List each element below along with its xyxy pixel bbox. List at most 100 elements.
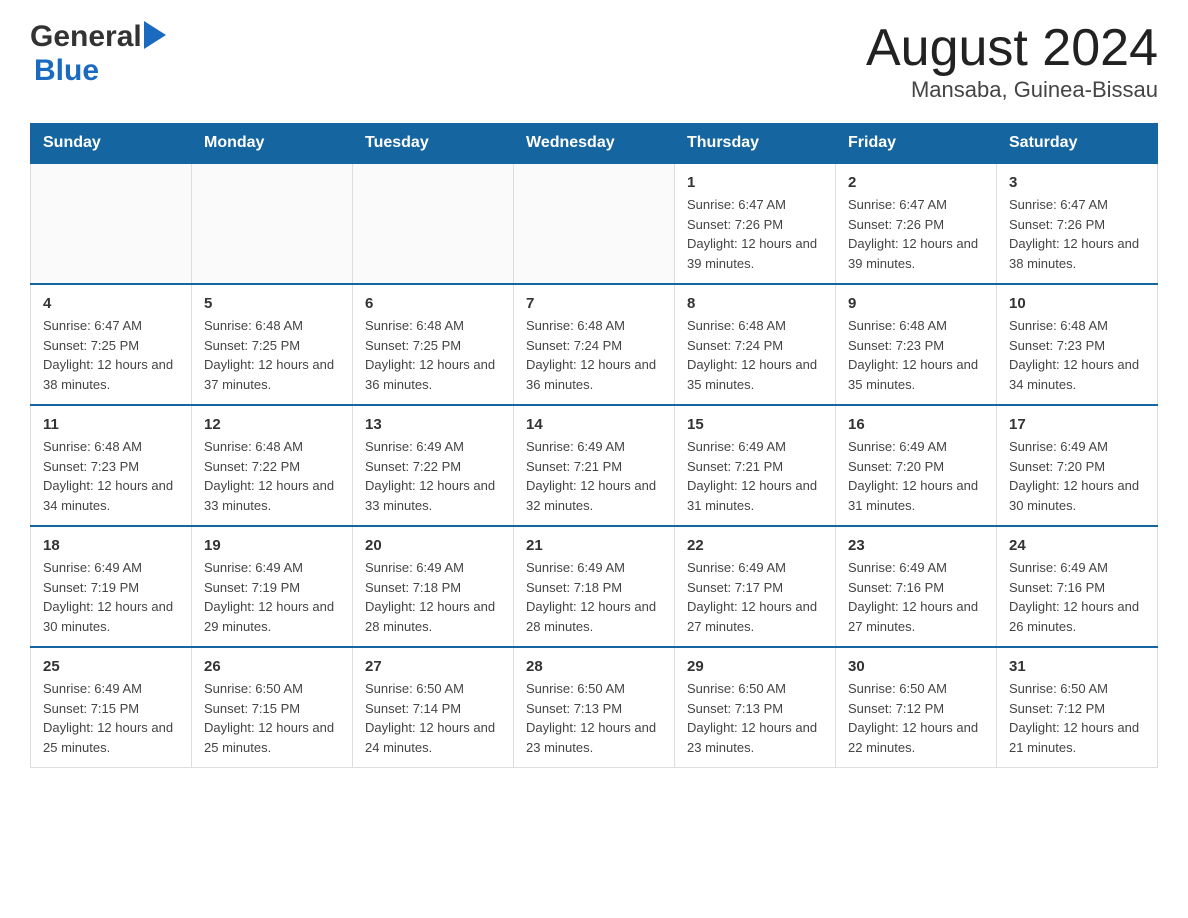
week-row-1: 1 Sunrise: 6:47 AMSunset: 7:26 PMDayligh… (31, 163, 1158, 284)
day-info: Sunrise: 6:48 AMSunset: 7:23 PMDaylight:… (1009, 316, 1145, 394)
day-number: 23 (848, 537, 984, 554)
days-header-row: SundayMondayTuesdayWednesdayThursdayFrid… (31, 124, 1158, 164)
day-cell: 6 Sunrise: 6:48 AMSunset: 7:25 PMDayligh… (353, 284, 514, 405)
day-number: 24 (1009, 537, 1145, 554)
day-info: Sunrise: 6:48 AMSunset: 7:25 PMDaylight:… (365, 316, 501, 394)
week-row-4: 18 Sunrise: 6:49 AMSunset: 7:19 PMDaylig… (31, 526, 1158, 647)
day-info: Sunrise: 6:47 AMSunset: 7:26 PMDaylight:… (848, 195, 984, 273)
logo-arrow-icon (144, 21, 166, 49)
day-number: 7 (526, 295, 662, 312)
day-cell: 18 Sunrise: 6:49 AMSunset: 7:19 PMDaylig… (31, 526, 192, 647)
title-section: August 2024 Mansaba, Guinea-Bissau (866, 20, 1158, 103)
day-info: Sunrise: 6:50 AMSunset: 7:13 PMDaylight:… (526, 679, 662, 757)
day-cell: 19 Sunrise: 6:49 AMSunset: 7:19 PMDaylig… (192, 526, 353, 647)
day-cell: 14 Sunrise: 6:49 AMSunset: 7:21 PMDaylig… (514, 405, 675, 526)
day-cell: 8 Sunrise: 6:48 AMSunset: 7:24 PMDayligh… (675, 284, 836, 405)
day-cell: 11 Sunrise: 6:48 AMSunset: 7:23 PMDaylig… (31, 405, 192, 526)
day-cell: 7 Sunrise: 6:48 AMSunset: 7:24 PMDayligh… (514, 284, 675, 405)
day-cell: 24 Sunrise: 6:49 AMSunset: 7:16 PMDaylig… (997, 526, 1158, 647)
logo-blue-text: Blue (34, 54, 99, 87)
day-number: 19 (204, 537, 340, 554)
day-header-monday: Monday (192, 124, 353, 164)
day-info: Sunrise: 6:48 AMSunset: 7:23 PMDaylight:… (848, 316, 984, 394)
logo-general-text: General (30, 20, 142, 54)
day-number: 13 (365, 416, 501, 433)
logo: General Blue (30, 20, 166, 88)
day-header-friday: Friday (836, 124, 997, 164)
day-info: Sunrise: 6:49 AMSunset: 7:21 PMDaylight:… (687, 437, 823, 515)
week-row-2: 4 Sunrise: 6:47 AMSunset: 7:25 PMDayligh… (31, 284, 1158, 405)
day-cell: 27 Sunrise: 6:50 AMSunset: 7:14 PMDaylig… (353, 647, 514, 768)
day-info: Sunrise: 6:48 AMSunset: 7:23 PMDaylight:… (43, 437, 179, 515)
day-info: Sunrise: 6:50 AMSunset: 7:12 PMDaylight:… (848, 679, 984, 757)
day-header-thursday: Thursday (675, 124, 836, 164)
day-info: Sunrise: 6:50 AMSunset: 7:15 PMDaylight:… (204, 679, 340, 757)
calendar-table: SundayMondayTuesdayWednesdayThursdayFrid… (30, 123, 1158, 768)
day-cell (514, 163, 675, 284)
day-number: 2 (848, 174, 984, 191)
day-cell: 16 Sunrise: 6:49 AMSunset: 7:20 PMDaylig… (836, 405, 997, 526)
day-info: Sunrise: 6:50 AMSunset: 7:14 PMDaylight:… (365, 679, 501, 757)
day-cell: 5 Sunrise: 6:48 AMSunset: 7:25 PMDayligh… (192, 284, 353, 405)
day-number: 17 (1009, 416, 1145, 433)
day-info: Sunrise: 6:49 AMSunset: 7:16 PMDaylight:… (1009, 558, 1145, 636)
day-cell: 25 Sunrise: 6:49 AMSunset: 7:15 PMDaylig… (31, 647, 192, 768)
day-info: Sunrise: 6:49 AMSunset: 7:17 PMDaylight:… (687, 558, 823, 636)
day-cell (31, 163, 192, 284)
day-cell: 15 Sunrise: 6:49 AMSunset: 7:21 PMDaylig… (675, 405, 836, 526)
day-cell: 17 Sunrise: 6:49 AMSunset: 7:20 PMDaylig… (997, 405, 1158, 526)
day-info: Sunrise: 6:48 AMSunset: 7:25 PMDaylight:… (204, 316, 340, 394)
day-number: 6 (365, 295, 501, 312)
day-number: 12 (204, 416, 340, 433)
day-cell: 12 Sunrise: 6:48 AMSunset: 7:22 PMDaylig… (192, 405, 353, 526)
day-cell: 30 Sunrise: 6:50 AMSunset: 7:12 PMDaylig… (836, 647, 997, 768)
day-cell: 2 Sunrise: 6:47 AMSunset: 7:26 PMDayligh… (836, 163, 997, 284)
day-cell: 1 Sunrise: 6:47 AMSunset: 7:26 PMDayligh… (675, 163, 836, 284)
day-info: Sunrise: 6:50 AMSunset: 7:12 PMDaylight:… (1009, 679, 1145, 757)
week-row-3: 11 Sunrise: 6:48 AMSunset: 7:23 PMDaylig… (31, 405, 1158, 526)
day-number: 21 (526, 537, 662, 554)
day-header-wednesday: Wednesday (514, 124, 675, 164)
day-header-tuesday: Tuesday (353, 124, 514, 164)
day-cell: 31 Sunrise: 6:50 AMSunset: 7:12 PMDaylig… (997, 647, 1158, 768)
day-number: 28 (526, 658, 662, 675)
day-header-sunday: Sunday (31, 124, 192, 164)
day-info: Sunrise: 6:48 AMSunset: 7:24 PMDaylight:… (526, 316, 662, 394)
day-number: 31 (1009, 658, 1145, 675)
page-header: General Blue August 2024 Mansaba, Guinea… (30, 20, 1158, 103)
day-number: 1 (687, 174, 823, 191)
calendar-body: 1 Sunrise: 6:47 AMSunset: 7:26 PMDayligh… (31, 163, 1158, 768)
day-number: 18 (43, 537, 179, 554)
page-title: August 2024 (866, 20, 1158, 77)
day-info: Sunrise: 6:49 AMSunset: 7:22 PMDaylight:… (365, 437, 501, 515)
day-cell: 10 Sunrise: 6:48 AMSunset: 7:23 PMDaylig… (997, 284, 1158, 405)
day-info: Sunrise: 6:48 AMSunset: 7:24 PMDaylight:… (687, 316, 823, 394)
day-header-saturday: Saturday (997, 124, 1158, 164)
day-number: 11 (43, 416, 179, 433)
day-info: Sunrise: 6:49 AMSunset: 7:20 PMDaylight:… (848, 437, 984, 515)
day-number: 30 (848, 658, 984, 675)
day-info: Sunrise: 6:47 AMSunset: 7:26 PMDaylight:… (1009, 195, 1145, 273)
day-number: 4 (43, 295, 179, 312)
calendar-header: SundayMondayTuesdayWednesdayThursdayFrid… (31, 124, 1158, 164)
page-subtitle: Mansaba, Guinea-Bissau (866, 77, 1158, 103)
day-info: Sunrise: 6:49 AMSunset: 7:15 PMDaylight:… (43, 679, 179, 757)
day-cell: 21 Sunrise: 6:49 AMSunset: 7:18 PMDaylig… (514, 526, 675, 647)
day-cell: 22 Sunrise: 6:49 AMSunset: 7:17 PMDaylig… (675, 526, 836, 647)
day-info: Sunrise: 6:48 AMSunset: 7:22 PMDaylight:… (204, 437, 340, 515)
day-cell: 9 Sunrise: 6:48 AMSunset: 7:23 PMDayligh… (836, 284, 997, 405)
day-number: 8 (687, 295, 823, 312)
day-info: Sunrise: 6:47 AMSunset: 7:26 PMDaylight:… (687, 195, 823, 273)
day-info: Sunrise: 6:50 AMSunset: 7:13 PMDaylight:… (687, 679, 823, 757)
day-cell: 28 Sunrise: 6:50 AMSunset: 7:13 PMDaylig… (514, 647, 675, 768)
day-number: 26 (204, 658, 340, 675)
day-cell: 20 Sunrise: 6:49 AMSunset: 7:18 PMDaylig… (353, 526, 514, 647)
day-cell: 23 Sunrise: 6:49 AMSunset: 7:16 PMDaylig… (836, 526, 997, 647)
day-info: Sunrise: 6:49 AMSunset: 7:18 PMDaylight:… (365, 558, 501, 636)
week-row-5: 25 Sunrise: 6:49 AMSunset: 7:15 PMDaylig… (31, 647, 1158, 768)
day-cell (192, 163, 353, 284)
day-cell: 4 Sunrise: 6:47 AMSunset: 7:25 PMDayligh… (31, 284, 192, 405)
day-number: 20 (365, 537, 501, 554)
day-number: 14 (526, 416, 662, 433)
day-cell: 29 Sunrise: 6:50 AMSunset: 7:13 PMDaylig… (675, 647, 836, 768)
